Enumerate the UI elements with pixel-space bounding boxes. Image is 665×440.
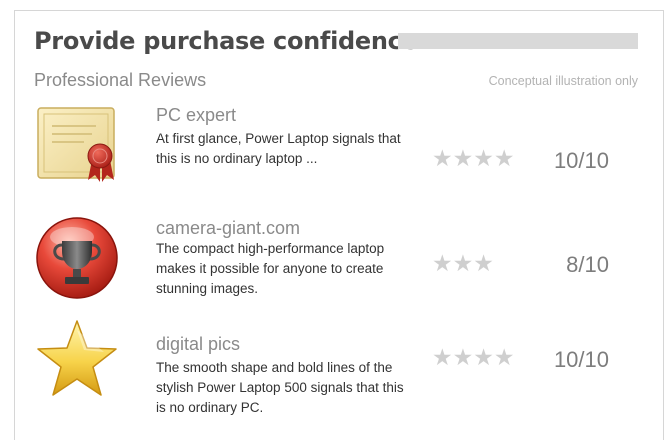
section-heading: Professional Reviews	[34, 70, 207, 90]
review-item: PC expert At first glance, Power Laptop …	[0, 100, 665, 200]
review-text: At first glance, Power Laptop signals th…	[156, 131, 401, 166]
review-item: camera-giant.com The compact high-perfor…	[0, 215, 665, 315]
title-placeholder-bar	[398, 33, 638, 49]
rating-stars: ★★★★	[432, 145, 515, 171]
review-source: PC expert	[156, 105, 237, 125]
review-text: The smooth shape and bold lines of the s…	[156, 360, 404, 415]
illustration-note: Conceptual illustration only	[488, 74, 638, 88]
review-score: 10/10	[553, 148, 609, 173]
star-icon	[37, 320, 117, 396]
rating-stars: ★★★★	[432, 344, 515, 370]
review-item: digital pics The smooth shape and bold l…	[0, 318, 665, 418]
review-source: camera-giant.com	[156, 218, 301, 238]
review-score: 10/10	[553, 347, 609, 372]
page-title: Provide purchase confidence	[34, 27, 418, 55]
review-score: 8/10	[566, 252, 609, 277]
review-text: The compact high-performance laptop make…	[156, 241, 385, 296]
certificate-icon	[37, 107, 115, 182]
rating-stars: ★★★	[432, 250, 494, 276]
trophy-icon	[36, 217, 118, 299]
review-source: digital pics	[156, 334, 241, 354]
